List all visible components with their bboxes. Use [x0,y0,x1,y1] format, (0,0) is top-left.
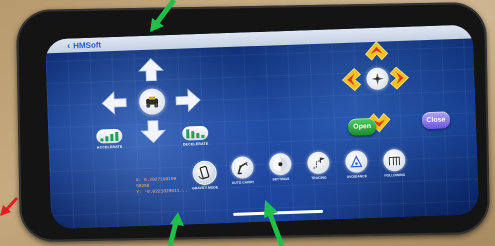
settings-label: SETTINGS [272,176,290,182]
background-grid [44,24,480,230]
accelerate-button[interactable]: ACCELERATE [96,128,123,150]
tracing-button[interactable]: TRACING [305,151,332,180]
close-button[interactable]: Close [421,111,451,130]
annotation-arrow-bottom-right [262,200,288,246]
arrow-up-icon[interactable] [138,57,165,82]
chevron-right-icon[interactable] [388,65,411,92]
avoidance-label: AVOIDANCE [346,174,367,179]
obstacle-icon [344,150,368,173]
back-label: HMSoft [72,39,102,50]
annotation-arrow-top [146,0,180,39]
arrow-left-icon[interactable] [101,91,128,116]
decelerate-button[interactable]: DECELERATE [182,125,209,147]
coordinates-readout: X: 0.2027190109 58258 Y: -0.0221028611..… [136,176,188,196]
back-button[interactable]: ‹ HMSoft [67,40,101,50]
chevron-up-icon[interactable] [363,39,390,62]
chevron-left-icon[interactable] [340,66,363,93]
phone-tilt-icon [192,160,218,186]
following-button[interactable]: FOLLOWING [381,148,408,178]
line-follow-icon [382,148,406,172]
arrow-right-icon[interactable] [175,88,202,113]
following-label: FOLLOWING [384,172,406,178]
app-screen: ‹ HMSoft ACCELERATE DECELERATE Open Clos… [44,24,480,230]
speed-down-icon [182,125,209,141]
dial-icon [269,152,292,176]
auto-carry-button[interactable]: AUTO CARRY [229,156,256,185]
phone-frame: ‹ HMSoft ACCELERATE DECELERATE Open Clos… [16,1,490,243]
annotation-arrow-red [0,196,19,221]
chevron-left-icon: ‹ [66,39,71,51]
avoidance-button[interactable]: AVOIDANCE [343,150,370,179]
path-flag-icon [307,151,330,175]
speed-up-icon [96,128,123,144]
settings-button[interactable]: SETTINGS [267,152,294,182]
arrow-down-icon[interactable] [140,119,167,144]
open-button[interactable]: Open [347,117,377,136]
annotation-arrow-bottom-left [162,212,188,246]
tracing-label: TRACING [311,175,327,181]
gravity-mode-button[interactable]: GRAVITY MODE [191,160,218,190]
robot-arm-icon [231,156,254,179]
auto-carry-label: AUTO CARRY [231,180,255,185]
